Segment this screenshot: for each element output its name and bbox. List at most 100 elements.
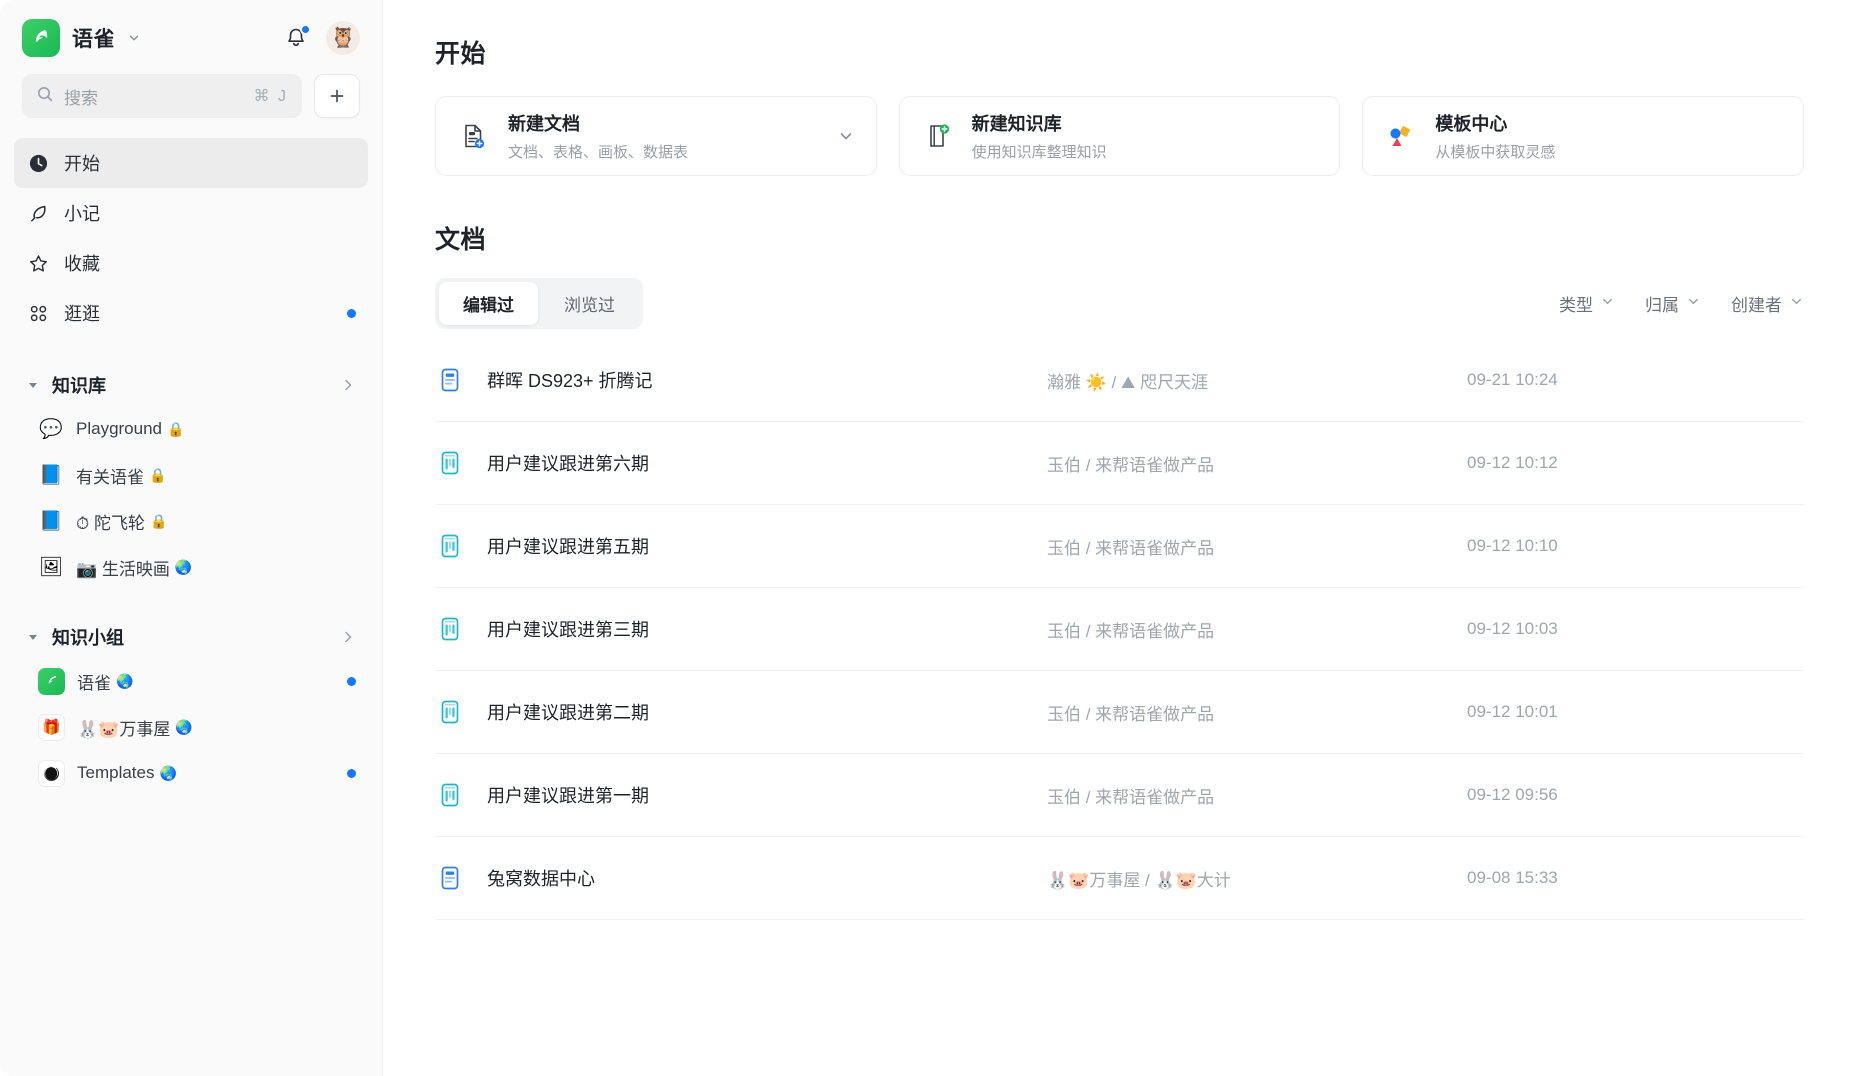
group-item-label: 语雀 🌏 [77, 669, 133, 694]
group-item-label: 🐰🐷万事屋 🌏 [77, 715, 193, 740]
library-item-tourbillon[interactable]: 📘 ⏱ 陀飞轮 🔒 [14, 498, 368, 544]
group-item-label: Templates 🌏 [77, 763, 177, 783]
table-row[interactable]: 用户建议跟进第一期 玉伯 / 来帮语雀做产品 09-12 09:56 [435, 754, 1804, 837]
chevron-down-icon [1686, 294, 1701, 314]
library-item-label: 有关语雀 🔒 [76, 463, 166, 488]
speech-bubble-icon: 💬 [38, 416, 64, 442]
tab-edited[interactable]: 编辑过 [439, 282, 538, 325]
documents-section-title: 文档 [435, 220, 1804, 256]
lock-icon: 🔒 [149, 467, 166, 484]
card-title: 模板中心 [1435, 110, 1555, 136]
filter-creator[interactable]: 创建者 [1731, 291, 1804, 316]
card-title: 新建文档 [508, 110, 688, 136]
new-knowledge-base-card[interactable]: 新建知识库 使用知识库整理知识 [899, 96, 1341, 176]
template-center-card[interactable]: 模板中心 从模板中获取灵感 [1362, 96, 1804, 176]
section-title: 知识小组 [52, 624, 124, 650]
table-row[interactable]: 用户建议跟进第六期 玉伯 / 来帮语雀做产品 09-12 10:12 [435, 422, 1804, 505]
workspace-switcher[interactable]: 语雀 [22, 19, 141, 57]
search-placeholder: 搜索 [64, 84, 244, 109]
document-title: 用户建议跟进第一期 [487, 782, 1047, 808]
knowledge-base-header[interactable]: 知识库 [14, 364, 368, 406]
caret-down-icon [26, 630, 40, 644]
document-title: 用户建议跟进第五期 [487, 533, 1047, 559]
template-center-icon [1383, 119, 1417, 153]
sidebar-item-notes[interactable]: 小记 [14, 188, 368, 238]
notification-dot [300, 24, 311, 35]
clock-icon [26, 151, 50, 175]
group-item-yuque[interactable]: 语雀 🌏 [14, 658, 368, 704]
table-row[interactable]: 用户建议跟进第三期 玉伯 / 来帮语雀做产品 09-12 10:03 [435, 588, 1804, 671]
board-icon [435, 780, 465, 810]
search-shortcut: ⌘ J [254, 86, 288, 106]
table-row[interactable]: 兔窝数据中心 🐰🐷万事屋 / 🐰🐷大计 09-08 15:33 [435, 837, 1804, 920]
document-time: 09-08 15:33 [1467, 868, 1558, 888]
knowledge-base-section: 知识库 💬 Playground 🔒 📘 有关语雀 🔒 [0, 364, 382, 590]
unread-dot [347, 677, 356, 686]
library-item-label: Playground 🔒 [76, 419, 184, 439]
sidebar-item-explore[interactable]: 逛逛 [14, 288, 368, 338]
caret-down-icon [26, 378, 40, 392]
search-icon [36, 85, 54, 108]
lock-icon: 🔒 [150, 513, 167, 530]
library-item-label: ⏱ 陀飞轮 🔒 [76, 509, 167, 534]
library-item-playground[interactable]: 💬 Playground 🔒 [14, 406, 368, 452]
table-row[interactable]: 用户建议跟进第五期 玉伯 / 来帮语雀做产品 09-12 10:10 [435, 505, 1804, 588]
add-new-button[interactable] [314, 74, 360, 118]
globe-icon: 🌏 [116, 673, 133, 690]
sidebar-nav: 开始 小记 收藏 [0, 132, 382, 338]
knowledge-group-header[interactable]: 知识小组 [14, 616, 368, 658]
board-icon [435, 531, 465, 561]
yuque-logo-icon [38, 668, 65, 695]
chevron-down-icon[interactable] [836, 126, 856, 146]
avatar[interactable]: 🦉 [326, 21, 360, 55]
star-icon [26, 251, 50, 275]
new-document-card[interactable]: 新建文档 文档、表格、画板、数据表 [435, 96, 877, 176]
lock-icon: 🔒 [167, 421, 184, 438]
filter-type[interactable]: 类型 [1559, 291, 1615, 316]
filter-ownership[interactable]: 归属 [1645, 291, 1701, 316]
app-window: 语雀 🦉 搜索 [0, 0, 1860, 1076]
document-owner: 玉伯 / 来帮语雀做产品 [1047, 700, 1467, 725]
search-input[interactable]: 搜索 ⌘ J [22, 74, 302, 118]
documents-filters: 类型 归属 创建者 [1559, 291, 1804, 316]
group-item-templates[interactable]: Templates 🌏 [14, 750, 368, 796]
group-item-wanshiwu[interactable]: 🎁 🐰🐷万事屋 🌏 [14, 704, 368, 750]
main-content: 开始 新建文档 文档、表格、画板、数据表 [383, 0, 1860, 1076]
sidebar-header: 语雀 🦉 [0, 0, 382, 68]
card-subtitle: 文档、表格、画板、数据表 [508, 141, 688, 162]
sidebar-item-label: 收藏 [64, 250, 100, 276]
documents-toolbar: 编辑过 浏览过 类型 归属 创建者 [435, 278, 1804, 329]
page-title: 开始 [435, 34, 1804, 70]
library-item-life-photos[interactable]: 🖼 📷 生活映画 🌏 [14, 544, 368, 590]
card-subtitle: 从模板中获取灵感 [1435, 141, 1555, 162]
section-title: 知识库 [52, 372, 106, 398]
bell-icon[interactable] [284, 26, 308, 50]
document-title: 用户建议跟进第二期 [487, 699, 1047, 725]
tab-viewed[interactable]: 浏览过 [540, 282, 639, 325]
new-book-icon [920, 119, 954, 153]
sidebar-item-label: 开始 [64, 150, 100, 176]
feather-icon [26, 201, 50, 225]
chevron-right-icon[interactable] [340, 629, 356, 645]
document-owner: 玉伯 / 来帮语雀做产品 [1047, 783, 1467, 808]
knowledge-group-section: 知识小组 语雀 🌏 🎁 🐰🐷万事屋 🌏 [0, 616, 382, 796]
unread-dot [347, 309, 356, 318]
chevron-right-icon[interactable] [340, 377, 356, 393]
globe-icon: 🌏 [175, 719, 192, 736]
document-list: 群晖 DS923+ 折腾记 瀚雅 ☀️ / ⛰ 咫尺天涯 09-21 10:24… [435, 339, 1804, 920]
library-item-about-yuque[interactable]: 📘 有关语雀 🔒 [14, 452, 368, 498]
document-time: 09-12 10:03 [1467, 619, 1558, 639]
gift-icon: 🎁 [38, 714, 65, 741]
table-row[interactable]: 用户建议跟进第二期 玉伯 / 来帮语雀做产品 09-12 10:01 [435, 671, 1804, 754]
doc-icon [435, 365, 465, 395]
document-title: 用户建议跟进第六期 [487, 450, 1047, 476]
enso-circle-icon [38, 760, 65, 787]
library-item-label: 📷 生活映画 🌏 [76, 555, 192, 580]
document-owner: 玉伯 / 来帮语雀做产品 [1047, 534, 1467, 559]
chevron-down-icon [1600, 294, 1615, 314]
table-row[interactable]: 群晖 DS923+ 折腾记 瀚雅 ☀️ / ⛰ 咫尺天涯 09-21 10:24 [435, 339, 1804, 422]
sidebar-header-actions: 🦉 [284, 21, 360, 55]
board-icon [435, 697, 465, 727]
sidebar-item-start[interactable]: 开始 [14, 138, 368, 188]
sidebar-item-favorites[interactable]: 收藏 [14, 238, 368, 288]
